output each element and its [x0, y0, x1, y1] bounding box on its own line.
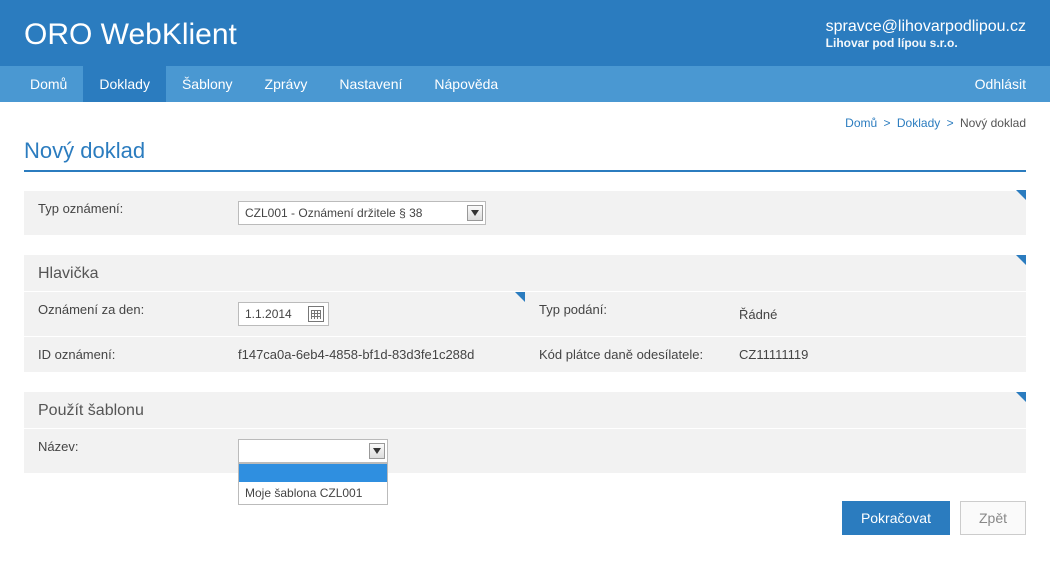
- nav-item-nastaveni[interactable]: Nastavení: [323, 66, 418, 102]
- oznameni-za-den-input[interactable]: 1.1.2014: [238, 302, 329, 326]
- chevron-down-icon: [467, 205, 483, 221]
- user-company: Lihovar pod lípou s.r.o.: [826, 36, 1026, 50]
- calendar-icon[interactable]: [308, 306, 324, 322]
- chevron-down-icon: [369, 443, 385, 459]
- nazev-label: Název:: [24, 429, 234, 473]
- breadcrumb-sep: >: [881, 116, 894, 130]
- nav-left: Domů Doklady Šablony Zprávy Nastavení Ná…: [14, 66, 514, 102]
- kod-platce-label: Kód plátce daně odesílatele:: [525, 337, 735, 372]
- nav-item-logout[interactable]: Odhlásit: [959, 66, 1036, 102]
- app-header: ORO WebKlient spravce@lihovarpodlipou.cz…: [0, 0, 1050, 66]
- nazev-dropdown-list: Moje šablona CZL001: [238, 463, 388, 505]
- kod-platce-value: CZ11111119: [735, 337, 1026, 372]
- breadcrumb-link-doklady[interactable]: Doklady: [897, 116, 940, 130]
- button-bar: Pokračovat Zpět: [24, 501, 1026, 535]
- nav-item-doklady[interactable]: Doklady: [83, 66, 166, 102]
- id-oznameni-value: f147ca0a-6eb4-4858-bf1d-83d3fe1c288d: [234, 337, 525, 372]
- hlavicka-header: Hlavička: [24, 255, 1026, 291]
- breadcrumb-current: Nový doklad: [960, 116, 1026, 130]
- nav-item-sablony[interactable]: Šablony: [166, 66, 249, 102]
- panel-typ-oznameni: Typ oznámení: CZL001 - Oznámení držitele…: [24, 190, 1026, 235]
- user-email: spravce@lihovarpodlipou.cz: [826, 18, 1026, 36]
- breadcrumb-sep: >: [944, 116, 957, 130]
- oznameni-za-den-label: Oznámení za den:: [24, 292, 234, 336]
- breadcrumb: Domů > Doklady > Nový doklad: [24, 112, 1026, 138]
- nazev-select[interactable]: [238, 439, 388, 463]
- nazev-option-1[interactable]: Moje šablona CZL001: [239, 482, 387, 504]
- page-title: Nový doklad: [24, 138, 1026, 172]
- oznameni-za-den-value: 1.1.2014: [245, 307, 292, 321]
- app-title: ORO WebKlient: [24, 18, 237, 52]
- typ-podani-label: Typ podání:: [525, 292, 735, 336]
- typ-podani-value: Řádné: [735, 292, 1026, 336]
- id-oznameni-label: ID oznámení:: [24, 337, 234, 372]
- main-nav: Domů Doklady Šablony Zprávy Nastavení Ná…: [0, 66, 1050, 102]
- typ-oznameni-label: Typ oznámení:: [24, 191, 234, 235]
- continue-button[interactable]: Pokračovat: [842, 501, 950, 535]
- content: Domů > Doklady > Nový doklad Nový doklad…: [0, 102, 1050, 559]
- panel-hlavicka: Hlavička Oznámení za den: 1.1.2014 Typ p…: [24, 255, 1026, 372]
- user-block: spravce@lihovarpodlipou.cz Lihovar pod l…: [826, 18, 1026, 50]
- nazev-option-blank[interactable]: [239, 464, 387, 482]
- nav-item-zpravy[interactable]: Zprávy: [249, 66, 324, 102]
- back-button[interactable]: Zpět: [960, 501, 1026, 535]
- nav-right: Odhlásit: [959, 66, 1036, 102]
- typ-oznameni-select[interactable]: CZL001 - Oznámení držitele § 38: [238, 201, 486, 225]
- nav-item-domu[interactable]: Domů: [14, 66, 83, 102]
- nav-item-napoveda[interactable]: Nápověda: [418, 66, 514, 102]
- sablona-header: Použít šablonu: [24, 392, 1026, 428]
- typ-oznameni-selected: CZL001 - Oznámení držitele § 38: [245, 206, 422, 220]
- breadcrumb-link-domu[interactable]: Domů: [845, 116, 877, 130]
- panel-sablona: Použít šablonu Název: Moje šablona CZL00…: [24, 392, 1026, 473]
